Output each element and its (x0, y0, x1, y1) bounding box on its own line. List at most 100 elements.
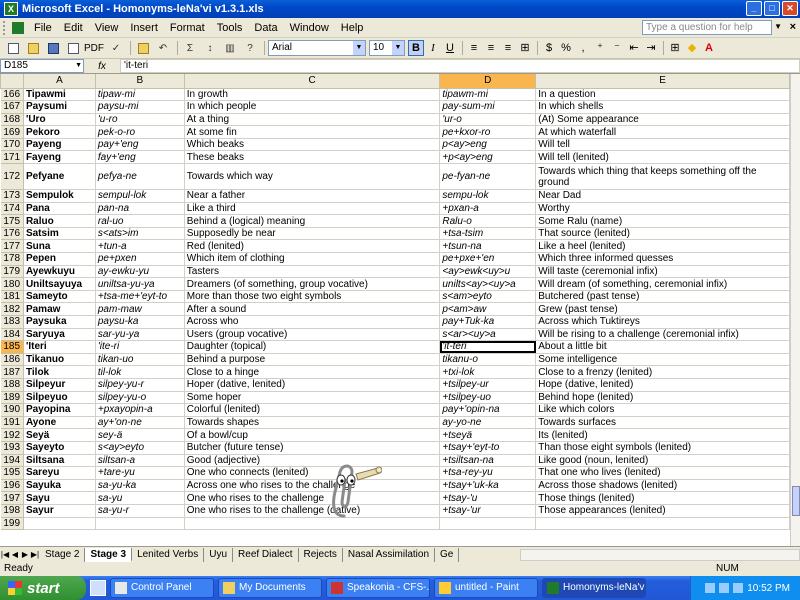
cell-e[interactable]: Will dream (of something, ceremonial inf… (535, 277, 790, 291)
font-color-icon[interactable]: A (701, 40, 717, 56)
task-control-panel[interactable]: Control Panel (110, 578, 214, 598)
chevron-down-icon[interactable]: ▼ (75, 60, 82, 72)
cell-e[interactable]: Grew (past tense) (535, 302, 790, 316)
cell-d[interactable]: +tsa-rey-yu (439, 466, 537, 480)
cell-c[interactable]: One who rises to the challenge (dative) (184, 504, 441, 518)
cell-a[interactable]: Pekoro (23, 125, 96, 139)
cell-b[interactable]: siltsan-a (95, 454, 185, 468)
chevron-down-icon[interactable]: ▼ (353, 41, 365, 55)
save-disk-icon[interactable] (44, 40, 62, 56)
sheet-tab-stage-3[interactable]: Stage 3 (85, 547, 133, 562)
first-sheet-icon[interactable]: |◀ (0, 550, 10, 559)
row-header[interactable]: 191 (0, 415, 24, 430)
menu-edit[interactable]: Edit (58, 22, 89, 34)
cell-d[interactable]: s<ar><uy>a (439, 328, 537, 342)
cell-d[interactable]: 'it-teri (439, 340, 537, 354)
cell-a[interactable]: 'Iteri (23, 340, 96, 354)
cell-a[interactable]: Sempulok (23, 189, 96, 203)
cell-c[interactable]: Good (adjective) (184, 454, 441, 468)
cell-d[interactable]: +tsay-'ur (439, 504, 537, 518)
cell-c[interactable]: After a sound (184, 302, 441, 316)
cell-a[interactable]: Sameyto (23, 290, 96, 304)
row-header[interactable]: 166 (0, 87, 24, 102)
cell-a[interactable]: Satsim (23, 227, 96, 241)
cell-a[interactable]: Payopina (23, 403, 96, 417)
cell-d[interactable]: +tseyä (439, 428, 537, 442)
column-header-d[interactable]: D (439, 74, 537, 89)
cell-e[interactable]: Will tell (535, 138, 790, 152)
row-header[interactable]: 169 (0, 125, 24, 139)
cell-a[interactable]: Seyä (23, 428, 96, 442)
cell-d[interactable]: s<am>eyto (439, 290, 537, 304)
cell-d[interactable]: pay+Tuk-ka (439, 315, 537, 329)
cell-c[interactable]: Towards shapes (184, 416, 441, 430)
select-all-corner[interactable] (0, 74, 24, 89)
maximize-button[interactable]: □ (764, 1, 780, 16)
task-paint[interactable]: untitled - Paint (434, 578, 538, 598)
cell-a[interactable]: Pepen (23, 252, 96, 266)
start-button[interactable]: start (0, 576, 86, 600)
cell-e[interactable]: Across those shadows (lenited) (535, 479, 790, 493)
cell-c[interactable]: Which item of clothing (184, 252, 441, 266)
cell-e[interactable]: Some intelligence (535, 353, 790, 367)
close-button[interactable]: ✕ (782, 1, 798, 16)
cell-e[interactable]: That source (lenited) (535, 227, 790, 241)
last-sheet-icon[interactable]: ▶| (30, 550, 40, 559)
cell-e[interactable]: Like a heel (lenited) (535, 239, 790, 254)
office-assistant-clippy[interactable] (322, 458, 382, 522)
cell-b[interactable]: uniltsa-yu-ya (95, 277, 185, 291)
cell-e[interactable]: Like which colors (535, 403, 790, 417)
cell-b[interactable]: tipaw-mi (95, 88, 185, 102)
menu-grip[interactable] (3, 20, 9, 35)
next-sheet-icon[interactable]: ▶ (20, 550, 30, 559)
row-header[interactable]: 170 (0, 137, 24, 152)
sheet-tab-rejects[interactable]: Rejects (299, 547, 343, 562)
row-header[interactable]: 175 (0, 214, 24, 228)
chart-icon[interactable]: ▥ (221, 40, 239, 56)
row-header[interactable]: 197 (0, 491, 24, 505)
row-header[interactable]: 190 (0, 403, 24, 417)
row-header[interactable]: 179 (0, 264, 24, 279)
row-header[interactable]: 198 (0, 503, 24, 518)
cell-c[interactable]: Behind a (logical) meaning (184, 214, 441, 228)
row-header[interactable]: 181 (0, 289, 24, 304)
decrease-indent-icon[interactable]: ⇤ (626, 40, 642, 56)
menu-file[interactable]: File (28, 22, 58, 34)
cell-c[interactable]: Some hoper (184, 391, 441, 405)
cell-e[interactable]: Like good (noun, lenited) (535, 454, 790, 468)
cell-d[interactable]: unilts<ay><uy>a (439, 277, 537, 291)
vertical-scrollbar[interactable] (790, 74, 800, 546)
cell-e[interactable]: Than those eight symbols (lenited) (535, 441, 790, 455)
undo-icon[interactable]: ↶ (154, 40, 172, 56)
cell-c[interactable]: At some fin (184, 125, 441, 139)
cell-b[interactable]: sa-yu-ka (95, 479, 185, 493)
cell-b[interactable]: til-lok (95, 365, 185, 379)
cell-b[interactable]: +tare-yu (95, 466, 185, 480)
row-header[interactable]: 174 (0, 201, 24, 216)
volume-icon[interactable] (719, 583, 730, 593)
spreadsheet-grid[interactable]: A B C D E 166 Tipawmi tipaw-mi In growth tip… (0, 74, 790, 546)
cell-c[interactable]: In which people (184, 100, 441, 114)
cell-d[interactable]: +tsay+'eyt-to (439, 441, 537, 455)
cell-e[interactable]: Butchered (past tense) (535, 290, 790, 304)
cell-d[interactable]: p<ay>eng (439, 138, 537, 152)
row-header[interactable]: 188 (0, 377, 24, 392)
cell-e[interactable]: About a little bit (535, 340, 790, 354)
row-header[interactable]: 194 (0, 453, 24, 468)
underline-button[interactable]: U (442, 40, 458, 56)
cell-c[interactable]: One who rises to the challenge (184, 491, 441, 505)
cell-c[interactable]: Towards which way (184, 163, 441, 191)
bold-button[interactable]: B (408, 40, 424, 56)
cell-e[interactable]: Towards surfaces (535, 416, 790, 430)
insert-function-icon[interactable]: fx (84, 61, 120, 72)
font-size-select[interactable]: 10 ▼ (369, 40, 405, 56)
italic-button[interactable]: I (425, 40, 441, 56)
minimize-button[interactable]: _ (746, 1, 762, 16)
cell-a[interactable]: Uniltsayuya (23, 277, 96, 291)
cell-e[interactable]: Those appearances (lenited) (535, 504, 790, 518)
row-header[interactable]: 178 (0, 252, 24, 266)
cell-d[interactable]: tikanu-o (439, 353, 537, 367)
cell-b[interactable]: +tsa-me+'eyt-to (95, 290, 185, 304)
help-icon[interactable]: ? (241, 40, 259, 56)
row-header[interactable]: 193 (0, 440, 24, 455)
